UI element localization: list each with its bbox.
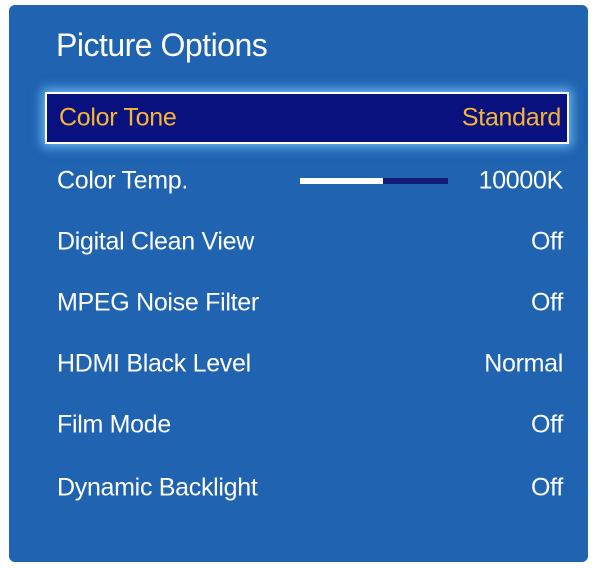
menu-item-value: Standard [461,103,561,132]
menu-item-label: Color Tone [59,103,177,132]
menu-item-film-mode[interactable]: Film Mode Off [45,399,569,451]
menu-item-hdmi-black-level[interactable]: HDMI Black Level Normal [45,338,569,390]
slider-fill [300,178,383,184]
menu-item-label: Digital Clean View [57,227,255,256]
menu-item-digital-clean-view[interactable]: Digital Clean View Off [45,216,569,268]
menu-item-label: Color Temp. [57,166,189,195]
menu-item-label: Film Mode [57,410,171,439]
menu-item-value: 10000K [478,166,564,195]
menu-item-dynamic-backlight[interactable]: Dynamic Backlight Off [45,462,569,514]
color-temp-slider[interactable] [300,178,448,184]
menu-item-value: Normal [484,349,563,378]
panel-title: Picture Options [56,27,268,63]
menu-item-color-temp[interactable]: Color Temp. 10000K [45,155,569,207]
menu-item-mpeg-noise-filter[interactable]: MPEG Noise Filter Off [45,277,569,329]
menu-item-label: Dynamic Backlight [57,473,258,502]
menu-item-value: Off [531,473,563,502]
picture-options-panel: Picture Options Color Tone Standard Colo… [9,5,588,562]
menu-item-value: Off [531,227,563,256]
menu-item-value: Off [531,288,563,317]
menu-item-color-tone[interactable]: Color Tone Standard [45,92,569,144]
menu-item-value: Off [531,410,563,439]
menu-item-label: MPEG Noise Filter [57,288,259,317]
menu-item-label: HDMI Black Level [57,349,251,378]
